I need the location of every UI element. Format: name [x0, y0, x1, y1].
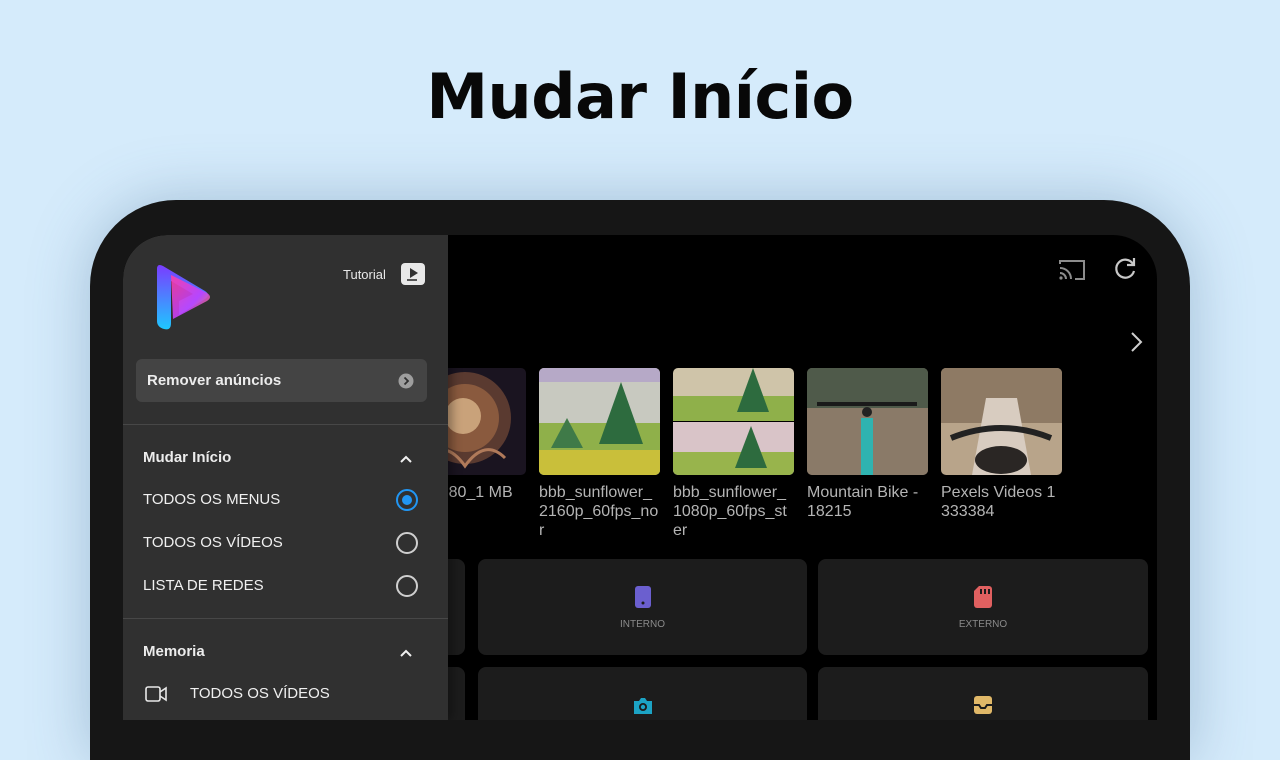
video-title: Pexels Videos 1333384 [941, 484, 1056, 520]
chevron-up-icon[interactable] [397, 450, 415, 468]
video-title: Mountain Bike - 18215 [807, 484, 919, 520]
video-thumbnail [941, 368, 1062, 475]
video-camera-icon [145, 686, 167, 702]
video-card[interactable]: Pexels Videos 1333384 [941, 368, 1062, 521]
refresh-icon[interactable] [1110, 254, 1140, 284]
navigation-drawer: Tutorial Remover anúncios Mudar Início T… [123, 235, 448, 720]
remove-ads-label: Remover anúncios [147, 372, 282, 389]
divider [123, 424, 448, 425]
page-headline: Mudar Início [426, 60, 854, 133]
storage-label: EXTERNO [958, 619, 1008, 630]
app-screen: sh_1080_1 MB bbb_sunflower_2160p_60fps_n… [123, 235, 1157, 720]
option-network-list[interactable]: LISTA DE REDES [123, 566, 448, 606]
radio-button-selected[interactable] [396, 489, 418, 511]
option-label: LISTA DE REDES [143, 577, 264, 594]
chevron-right-icon[interactable] [1125, 329, 1147, 355]
arrow-right-circle-icon [398, 373, 414, 389]
inbox-icon [974, 696, 992, 714]
video-thumbnail [807, 368, 928, 475]
video-thumbnail [673, 368, 794, 475]
storage-tile-external[interactable]: EXTERNO [818, 559, 1148, 655]
tutorial-play-icon[interactable] [401, 263, 425, 285]
video-card[interactable]: bbb_sunflower_1080p_60fps_ster [673, 368, 794, 540]
memory-item-all-videos[interactable]: TODOS OS VÍDEOS [123, 679, 448, 719]
storage-tile-internal[interactable]: INTERNO [478, 559, 807, 655]
tutorial-label[interactable]: Tutorial [343, 267, 386, 282]
radio-button[interactable] [396, 532, 418, 554]
app-logo-icon [157, 265, 210, 330]
storage-label: INTERNO [620, 619, 665, 630]
radio-button[interactable] [396, 575, 418, 597]
storage-tile-camera[interactable] [478, 667, 807, 720]
divider [123, 618, 448, 619]
video-card[interactable]: Mountain Bike - 18215 [807, 368, 928, 521]
section-title-memory: Memoria [143, 643, 205, 660]
option-label: TODOS OS MENUS [143, 491, 281, 508]
chevron-up-icon[interactable] [397, 644, 415, 662]
video-title: bbb_sunflower_2160p_60fps_nor [539, 484, 659, 539]
remove-ads-button[interactable]: Remover anúncios [136, 359, 427, 402]
video-thumbnail [539, 368, 660, 475]
camera-icon [633, 698, 652, 714]
cast-icon[interactable] [1057, 255, 1087, 285]
option-all-videos[interactable]: TODOS OS VÍDEOS [123, 523, 448, 563]
video-title: bbb_sunflower_1080p_60fps_ster [673, 484, 787, 539]
sd-card-icon [974, 586, 992, 608]
phone-icon [634, 586, 651, 608]
video-card[interactable]: bbb_sunflower_2160p_60fps_nor [539, 368, 660, 540]
storage-tile-inbox[interactable] [818, 667, 1148, 720]
memory-item-label: TODOS OS VÍDEOS [190, 685, 330, 702]
section-title-home: Mudar Início [143, 449, 232, 466]
option-all-menus[interactable]: TODOS OS MENUS [123, 480, 448, 520]
option-label: TODOS OS VÍDEOS [143, 534, 283, 551]
